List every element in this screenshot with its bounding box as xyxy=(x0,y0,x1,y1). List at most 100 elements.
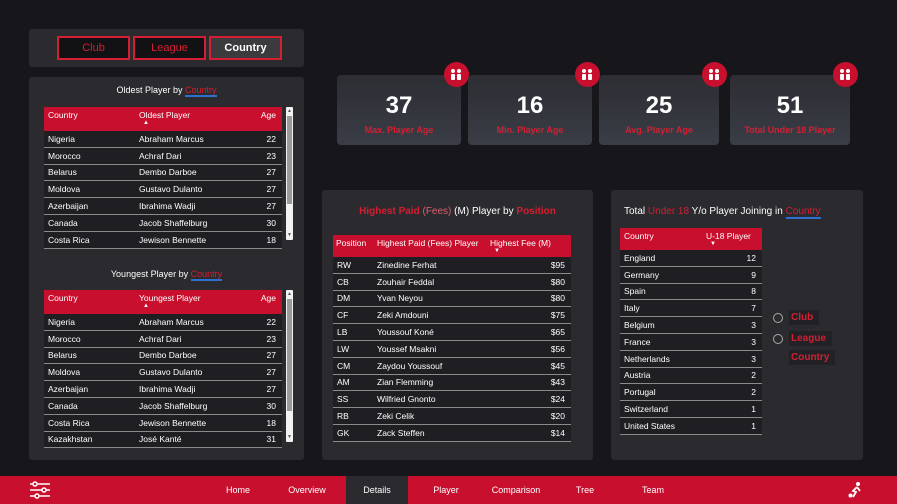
under18-table: Country U-18 Player ▼ England 12 Germany 9 Sp… xyxy=(620,228,762,435)
table-row[interactable]: LB Youssouf Koné $65 xyxy=(333,324,571,341)
table-row[interactable]: Italy 7 xyxy=(620,300,762,318)
cell-fee: $43 xyxy=(550,377,565,388)
scroll-thumb[interactable] xyxy=(287,299,292,411)
radio-country[interactable]: Country xyxy=(789,350,836,365)
cell-country: Belarus xyxy=(48,167,77,178)
cell-country: Canada xyxy=(48,400,78,411)
header-position[interactable]: Position xyxy=(333,238,377,248)
cell-position: CM xyxy=(337,360,351,371)
league-button[interactable]: League xyxy=(133,36,206,60)
table-row[interactable]: Morocco Achraf Dari 23 xyxy=(44,147,282,165)
header-u18-player[interactable]: U-18 Player ▼ xyxy=(706,231,762,247)
cell-player: Dembo Darboe xyxy=(139,167,197,178)
table-row[interactable]: DM Yvan Neyou $80 xyxy=(333,290,571,308)
table-row[interactable]: Portugal 2 xyxy=(620,384,762,402)
table-row[interactable]: LW Youssef Msakni $56 xyxy=(333,340,571,358)
cell-player: Wilfried Gnonto xyxy=(377,394,436,405)
cell-position: LW xyxy=(337,343,350,354)
cell-country: Morocco xyxy=(48,333,81,344)
scroll-up-icon[interactable]: ▲ xyxy=(286,108,293,115)
cell-country: Moldova xyxy=(48,184,81,195)
nav-team[interactable]: Team xyxy=(637,476,669,504)
nav-home[interactable]: Home xyxy=(218,476,258,504)
youngest-scrollbar[interactable]: ▲ ▼ xyxy=(286,290,293,442)
cell-position: AM xyxy=(337,377,350,388)
scroll-down-icon[interactable]: ▼ xyxy=(286,434,293,441)
table-row[interactable]: Kazakhstan José Kanté 31 xyxy=(44,431,282,449)
table-row[interactable]: SS Wilfried Gnonto $24 xyxy=(333,391,571,409)
table-row[interactable]: Costa Rica Jewison Bennette 18 xyxy=(44,414,282,432)
table-row[interactable]: Belarus Dembo Darboe 27 xyxy=(44,164,282,182)
table-row[interactable]: Canada Jacob Shaffelburg 30 xyxy=(44,397,282,415)
table-row[interactable]: Morocco Achraf Dari 23 xyxy=(44,330,282,348)
header-youngest-player[interactable]: Youngest Player ▲ xyxy=(139,293,244,309)
table-row[interactable]: RW Zinedine Ferhat $95 xyxy=(333,257,571,274)
table-row[interactable]: RB Zeki Celik $20 xyxy=(333,408,571,425)
radio-circle-icon[interactable] xyxy=(773,312,783,323)
table-row[interactable]: Austria 2 xyxy=(620,367,762,385)
radio-circle-icon[interactable] xyxy=(773,333,783,344)
scroll-down-icon[interactable]: ▼ xyxy=(286,232,293,239)
cell-country: Nigeria xyxy=(48,316,75,327)
header-player[interactable]: Highest Paid (Fees) Player xyxy=(377,238,490,248)
football-player-icon xyxy=(845,476,867,504)
table-row[interactable]: Nigeria Abraham Marcus 22 xyxy=(44,314,282,331)
cell-player: José Kanté xyxy=(139,434,182,445)
cell-position: CF xyxy=(337,310,349,321)
cell-country: Azerbaijan xyxy=(48,384,89,395)
cell-position: DM xyxy=(337,293,351,304)
cell-player: Zian Flemming xyxy=(377,377,434,388)
table-row[interactable]: Azerbaijan Ibrahima Wadji 27 xyxy=(44,198,282,215)
nav-comparison[interactable]: Comparison xyxy=(485,476,547,504)
table-row[interactable]: Spain 8 xyxy=(620,283,762,301)
players-icon xyxy=(702,62,727,87)
table-row[interactable]: CF Zeki Amdouni $75 xyxy=(333,307,571,325)
table-row[interactable]: GK Zack Steffen $14 xyxy=(333,424,571,442)
table-row[interactable]: Canada Jacob Shaffelburg 30 xyxy=(44,214,282,232)
table-row[interactable]: Costa Rica Jewison Bennette 18 xyxy=(44,231,282,249)
header-country[interactable]: Country xyxy=(620,231,706,241)
radio-league[interactable]: League xyxy=(773,331,833,346)
club-button[interactable]: Club xyxy=(57,36,130,60)
table-row[interactable]: Belarus Dembo Darboe 27 xyxy=(44,347,282,365)
table-row[interactable]: United States 1 xyxy=(620,417,762,435)
table-row[interactable]: Netherlands 3 xyxy=(620,350,762,368)
header-country[interactable]: Country xyxy=(44,293,139,303)
sort-up-icon: ▲ xyxy=(143,303,149,309)
header-fee[interactable]: Highest Fee (M) ▼ xyxy=(490,238,571,254)
country-button[interactable]: Country xyxy=(209,36,282,60)
table-row[interactable]: Switzerland 1 xyxy=(620,401,762,418)
table-row[interactable]: CB Zouhair Feddal $80 xyxy=(333,273,571,291)
kpi-avg-age-card: 25 Avg. Player Age xyxy=(599,62,727,145)
table-row[interactable]: Belgium 3 xyxy=(620,317,762,334)
table-row[interactable]: AM Zian Flemming $43 xyxy=(333,374,571,392)
header-oldest-player[interactable]: Oldest Player ▲ xyxy=(139,110,244,126)
cell-country: Switzerland xyxy=(624,404,668,415)
oldest-scrollbar[interactable]: ▲ ▼ xyxy=(286,107,293,240)
table-row[interactable]: Germany 9 xyxy=(620,266,762,284)
cell-count: 3 xyxy=(751,353,756,364)
table-row[interactable]: Nigeria Abraham Marcus 22 xyxy=(44,131,282,148)
filter-sliders-icon[interactable] xyxy=(26,476,54,504)
table-row[interactable]: France 3 xyxy=(620,333,762,351)
nav-details[interactable]: Details xyxy=(346,476,408,504)
nav-tree[interactable]: Tree xyxy=(570,476,600,504)
scroll-up-icon[interactable]: ▲ xyxy=(286,291,293,298)
cell-country: Belarus xyxy=(48,350,77,361)
cell-player: Ibrahima Wadji xyxy=(139,384,196,395)
cell-country: Nigeria xyxy=(48,133,75,144)
header-age[interactable]: Age xyxy=(244,110,282,120)
radio-club[interactable]: Club xyxy=(773,310,820,325)
table-row[interactable]: Moldova Gustavo Dulanto 27 xyxy=(44,364,282,382)
table-row[interactable]: Moldova Gustavo Dulanto 27 xyxy=(44,181,282,199)
header-age[interactable]: Age xyxy=(244,293,282,303)
table-row[interactable]: England 12 xyxy=(620,250,762,267)
table-row[interactable]: Azerbaijan Ibrahima Wadji 27 xyxy=(44,381,282,398)
scroll-thumb[interactable] xyxy=(287,116,292,204)
nav-overview[interactable]: Overview xyxy=(283,476,331,504)
table-row[interactable]: CM Zaydou Youssouf $45 xyxy=(333,357,571,375)
nav-player[interactable]: Player xyxy=(426,476,466,504)
kpi-value: 16 xyxy=(516,92,544,119)
highest-paid-table: Position Highest Paid (Fees) Player High… xyxy=(333,235,571,442)
header-country[interactable]: Country xyxy=(44,110,139,120)
